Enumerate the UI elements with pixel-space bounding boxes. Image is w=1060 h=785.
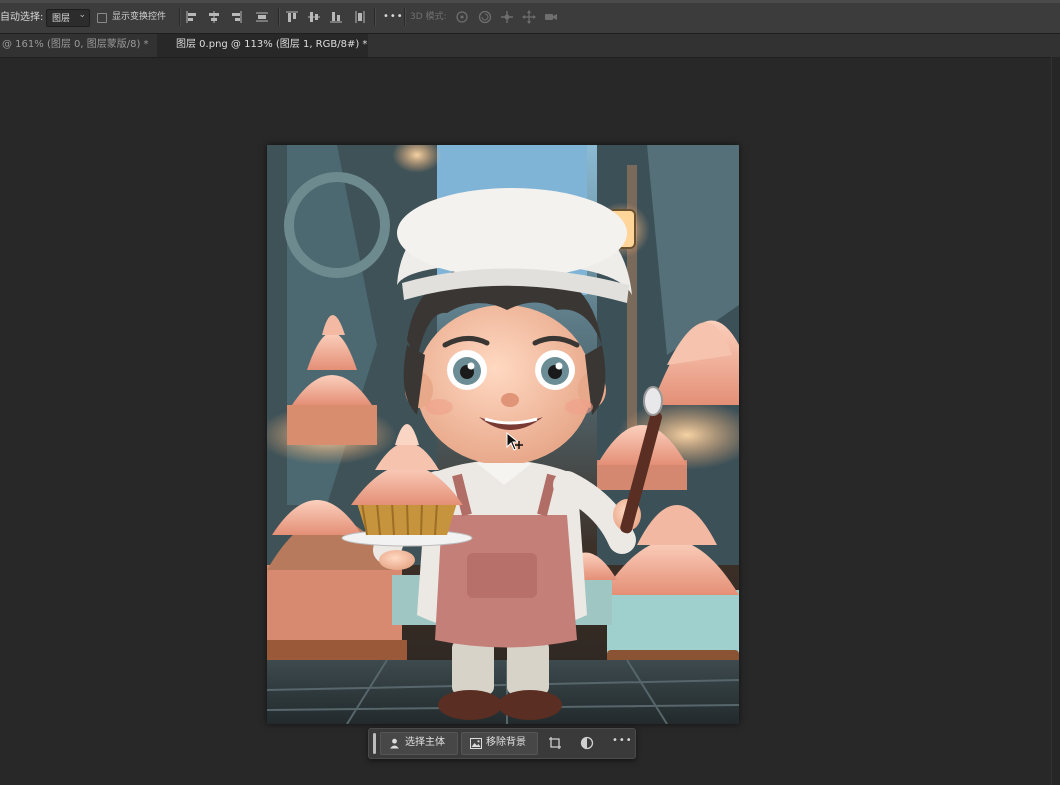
- remove-background-label: 移除背景: [486, 737, 526, 748]
- right-panel-edge: [1051, 57, 1060, 785]
- image-icon: [470, 738, 482, 749]
- slide-icon[interactable]: [521, 9, 537, 25]
- tab-document-2[interactable]: 图层 0.png @ 113% (图层 1, RGB/8#) *: [157, 34, 368, 57]
- auto-select-label: 自动选择:: [0, 12, 44, 23]
- show-transform-checkbox[interactable]: [97, 13, 107, 23]
- crop-icon[interactable]: [548, 736, 562, 750]
- auto-select-value: 图层: [52, 14, 71, 24]
- orbit-icon[interactable]: [454, 9, 470, 25]
- align-vcenter-icon[interactable]: [306, 9, 322, 25]
- 3d-mode-label: 3D 模式:: [410, 12, 447, 22]
- document-tab-bar: @ 161% (图层 0, 图层蒙版/8) * 图层 0.png @ 113% …: [0, 34, 1060, 58]
- align-right-icon[interactable]: [228, 9, 244, 25]
- divider: [404, 8, 406, 26]
- more-options-button[interactable]: •••: [612, 735, 633, 746]
- tab-label: 图层 0.png @ 113% (图层 1, RGB/8#) *: [176, 39, 368, 50]
- divider: [374, 8, 376, 26]
- align-bottom-icon[interactable]: [328, 9, 344, 25]
- contextual-task-bar: 选择主体 移除背景 •••: [368, 728, 636, 759]
- options-bar: 自动选择: 图层 ⌄ 显示变换控件 ••• 3D 模式:: [0, 0, 1060, 34]
- select-subject-label: 选择主体: [405, 737, 445, 748]
- distribute-h-icon[interactable]: [254, 9, 270, 25]
- adjustment-icon[interactable]: [580, 736, 594, 750]
- align-hcenter-icon[interactable]: [206, 9, 222, 25]
- divider: [179, 8, 181, 26]
- distribute-v-icon[interactable]: [352, 9, 368, 25]
- top-highlight: [0, 0, 1060, 3]
- document-canvas[interactable]: [267, 145, 739, 724]
- tab-document-1[interactable]: @ 161% (图层 0, 图层蒙版/8) *: [0, 34, 155, 57]
- camera-icon[interactable]: [543, 9, 559, 25]
- align-left-icon[interactable]: [184, 9, 200, 25]
- tab-label: @ 161% (图层 0, 图层蒙版/8) *: [2, 39, 149, 50]
- show-transform-label: 显示变换控件: [112, 12, 167, 22]
- pan-icon[interactable]: [499, 9, 515, 25]
- auto-select-dropdown[interactable]: 图层 ⌄: [46, 9, 90, 27]
- more-options-button[interactable]: •••: [383, 9, 404, 24]
- align-top-icon[interactable]: [284, 9, 300, 25]
- divider: [278, 8, 280, 26]
- remove-background-button[interactable]: 移除背景: [461, 732, 538, 755]
- select-subject-button[interactable]: 选择主体: [380, 732, 458, 755]
- person-icon: [390, 738, 399, 749]
- chevron-down-icon: ⌄: [78, 10, 86, 20]
- drag-handle[interactable]: [373, 733, 376, 754]
- chef-illustration: [267, 145, 739, 724]
- roll-icon[interactable]: [477, 9, 493, 25]
